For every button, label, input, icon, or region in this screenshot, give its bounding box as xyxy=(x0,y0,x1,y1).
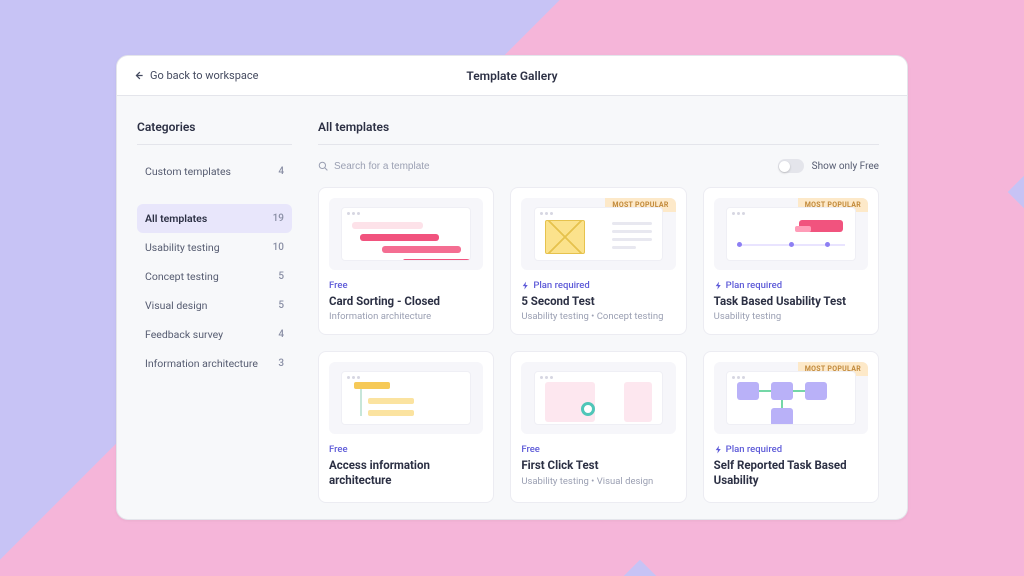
toggle-label: Show only Free xyxy=(812,161,879,172)
sidebar-item-custom-templates[interactable]: Custom templates 4 xyxy=(137,157,292,186)
free-filter-wrap: Show only Free xyxy=(778,159,879,173)
search-input[interactable] xyxy=(334,161,534,172)
sidebar-item-count: 4 xyxy=(278,166,284,177)
template-card[interactable]: MOST POPULAR Plan required 5 Second Test… xyxy=(510,187,686,335)
main-panel: All templates Show only Free Free xyxy=(312,96,907,519)
template-title: Access information architecture xyxy=(329,458,483,487)
template-thumbnail xyxy=(329,198,483,270)
plan-label: Free xyxy=(521,444,675,455)
template-card[interactable]: MOST POPULAR Plan required Self Reported… xyxy=(703,351,879,503)
plan-label-text: Plan required xyxy=(726,444,782,455)
lightning-icon xyxy=(521,281,530,290)
sidebar-item-feedback-survey[interactable]: Feedback survey 4 xyxy=(137,320,292,349)
sidebar-item-count: 10 xyxy=(273,242,284,253)
sidebar-item-label: Custom templates xyxy=(145,165,231,178)
template-thumbnail: MOST POPULAR xyxy=(714,198,868,270)
template-card[interactable]: MOST POPULAR Plan required Task Based Us… xyxy=(703,187,879,335)
template-gallery-window: Go back to workspace Template Gallery Ca… xyxy=(116,55,908,520)
template-card[interactable]: Free Card Sorting - Closed Information a… xyxy=(318,187,494,335)
plan-label: Plan required xyxy=(714,444,868,455)
controls-row: Show only Free xyxy=(318,159,879,173)
sidebar-item-label: Information architecture xyxy=(145,357,258,370)
back-link-label: Go back to workspace xyxy=(150,69,258,82)
sidebar-item-count: 5 xyxy=(278,271,284,282)
templates-grid: Free Card Sorting - Closed Information a… xyxy=(318,187,879,503)
sidebar-item-count: 5 xyxy=(278,300,284,311)
plan-label-text: Plan required xyxy=(533,280,589,291)
sidebar-item-count: 3 xyxy=(278,358,284,369)
sidebar-item-information-architecture[interactable]: Information architecture 3 xyxy=(137,349,292,378)
template-title: Self Reported Task Based Usability xyxy=(714,458,868,487)
categories-sidebar: Categories Custom templates 4 All templa… xyxy=(117,96,312,519)
template-title: 5 Second Test xyxy=(521,294,675,308)
template-thumbnail: MOST POPULAR xyxy=(714,362,868,434)
template-card[interactable]: Free Access information architecture xyxy=(318,351,494,503)
sidebar-item-concept-testing[interactable]: Concept testing 5 xyxy=(137,262,292,291)
plan-label: Plan required xyxy=(714,280,868,291)
sidebar-item-usability-testing[interactable]: Usability testing 10 xyxy=(137,233,292,262)
template-title: First Click Test xyxy=(521,458,675,472)
search-wrap xyxy=(318,161,534,172)
plan-label-text: Plan required xyxy=(726,280,782,291)
sidebar-item-visual-design[interactable]: Visual design 5 xyxy=(137,291,292,320)
sidebar-item-label: Feedback survey xyxy=(145,328,223,341)
lightning-icon xyxy=(714,445,723,454)
plan-label: Free xyxy=(329,444,483,455)
sidebar-item-count: 19 xyxy=(273,213,284,224)
titlebar: Go back to workspace Template Gallery xyxy=(117,56,907,96)
lightning-icon xyxy=(714,281,723,290)
template-thumbnail xyxy=(329,362,483,434)
back-to-workspace-link[interactable]: Go back to workspace xyxy=(133,69,258,82)
sidebar-heading: Categories xyxy=(137,120,292,145)
plan-label: Free xyxy=(329,280,483,291)
sidebar-item-label: Concept testing xyxy=(145,270,219,283)
search-icon xyxy=(318,161,328,171)
sidebar-item-label: Usability testing xyxy=(145,241,220,254)
template-thumbnail xyxy=(521,362,675,434)
sidebar-item-count: 4 xyxy=(278,329,284,340)
template-subtitle: Usability testing • Concept testing xyxy=(521,311,675,322)
template-thumbnail: MOST POPULAR xyxy=(521,198,675,270)
main-heading: All templates xyxy=(318,120,879,145)
template-card[interactable]: Free First Click Test Usability testing … xyxy=(510,351,686,503)
sidebar-item-all-templates[interactable]: All templates 19 xyxy=(137,204,292,233)
template-title: Card Sorting - Closed xyxy=(329,294,483,308)
plan-label: Plan required xyxy=(521,280,675,291)
template-title: Task Based Usability Test xyxy=(714,294,868,308)
sidebar-item-label: Visual design xyxy=(145,299,207,312)
arrow-left-icon xyxy=(133,70,144,81)
template-subtitle: Information architecture xyxy=(329,311,483,322)
sidebar-item-label: All templates xyxy=(145,212,207,225)
content-area: Categories Custom templates 4 All templa… xyxy=(117,96,907,519)
template-subtitle: Usability testing • Visual design xyxy=(521,476,675,487)
show-free-toggle[interactable] xyxy=(778,159,804,173)
template-subtitle: Usability testing xyxy=(714,311,868,322)
